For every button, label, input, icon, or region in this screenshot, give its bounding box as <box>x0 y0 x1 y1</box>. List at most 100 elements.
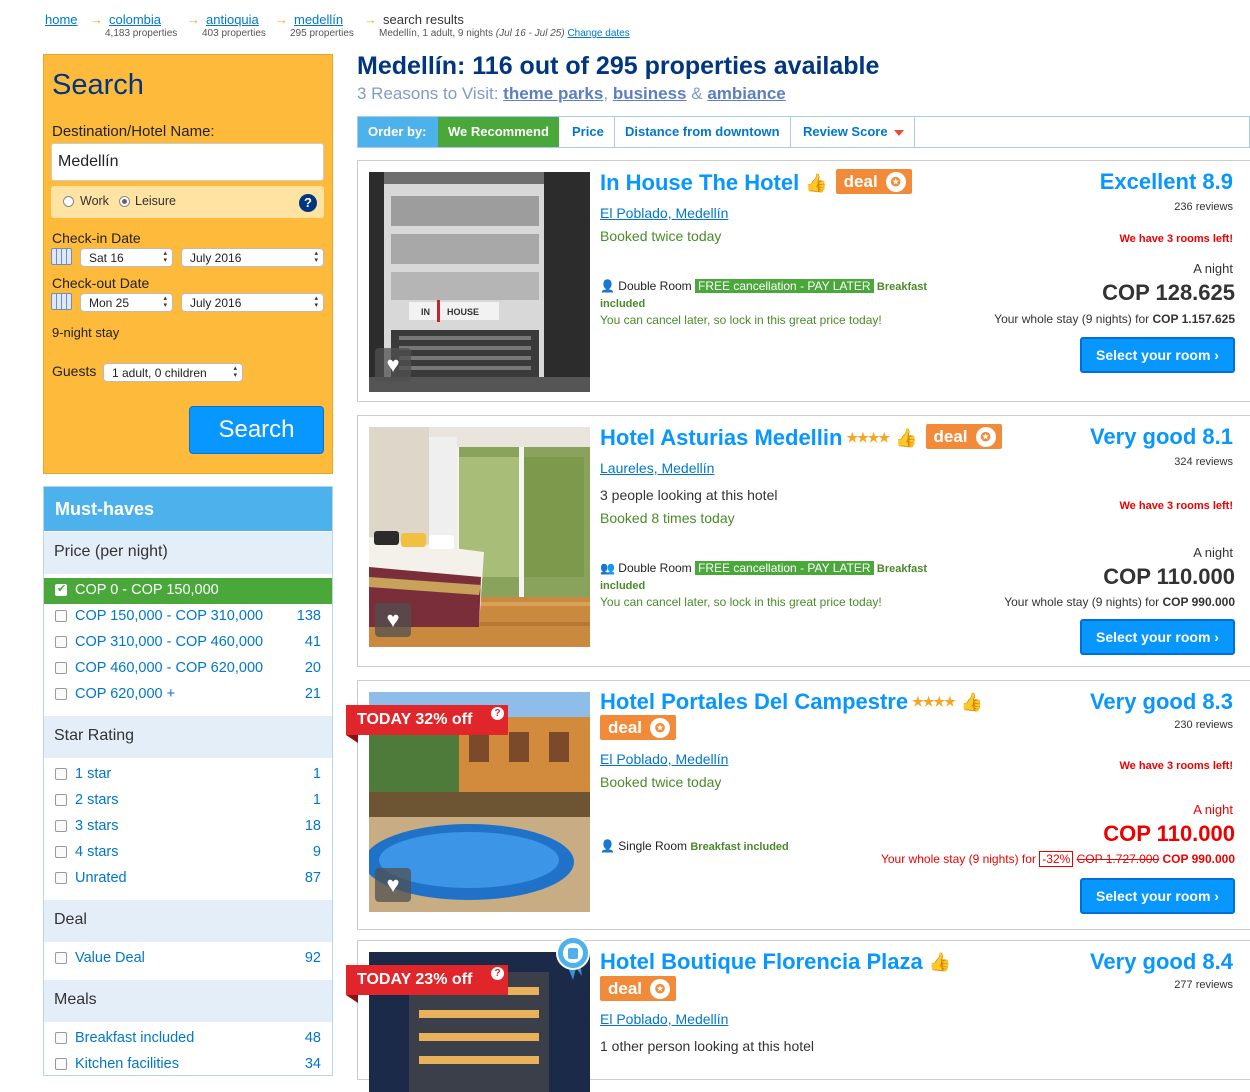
star-filter-option[interactable]: 1 star 1 <box>44 762 332 788</box>
checkbox[interactable] <box>55 952 67 964</box>
hotel-location-link[interactable]: Laureles, Medellín <box>600 460 714 476</box>
calendar-icon[interactable] <box>51 248 72 265</box>
change-dates-link[interactable]: Change dates <box>567 28 629 39</box>
hotel-location-link[interactable]: El Poblado, Medellín <box>600 1011 728 1027</box>
review-count[interactable]: 236 reviews <box>1174 201 1233 213</box>
work-label[interactable]: Work <box>80 194 109 208</box>
reason-link[interactable]: business <box>613 84 687 103</box>
checkout-day-select[interactable]: Mon 25 <box>80 293 173 312</box>
checkbox[interactable] <box>55 846 67 858</box>
deal-filter-option[interactable]: Value Deal 92 <box>44 946 332 972</box>
favorite-heart-icon[interactable]: ♥ <box>375 603 411 637</box>
breadcrumb-link[interactable]: antioquia <box>206 12 259 27</box>
review-count[interactable]: 324 reviews <box>1174 456 1233 468</box>
hotel-name[interactable]: Hotel Boutique Florencia Plaza 👍 <box>600 949 951 975</box>
breadcrumb-link[interactable]: medellín <box>294 12 343 27</box>
favorite-heart-icon[interactable]: ♥ <box>375 348 411 382</box>
sort-distance-tab[interactable]: Distance from downtown <box>615 117 791 147</box>
hotel-name-link[interactable]: Hotel Boutique Florencia Plaza <box>600 949 923 974</box>
filter-label[interactable]: 1 star <box>75 766 111 782</box>
search-button[interactable]: Search <box>189 406 324 454</box>
hotel-photo[interactable]: ♥ <box>369 427 590 647</box>
reason-link[interactable]: ambiance <box>707 84 785 103</box>
sort-price-tab[interactable]: Price <box>562 117 615 147</box>
checkout-month-select[interactable]: July 2016 <box>181 293 324 312</box>
filter-label[interactable]: COP 310,000 - COP 460,000 <box>75 634 263 650</box>
review-score[interactable]: Very good 8.1 <box>1090 424 1233 450</box>
guests-select[interactable]: 1 adult, 0 children <box>103 363 243 382</box>
hotel-photo[interactable]: IN HOUSE ♥ <box>369 172 590 392</box>
filter-label[interactable]: COP 0 - COP 150,000 <box>75 582 219 598</box>
checkbox[interactable] <box>55 1058 67 1070</box>
checkin-month-select[interactable]: July 2016 <box>181 248 324 267</box>
breadcrumb-link[interactable]: colombia <box>109 12 161 27</box>
filter-label[interactable]: COP 150,000 - COP 310,000 <box>75 608 263 624</box>
review-score[interactable]: Very good 8.3 <box>1090 689 1233 715</box>
checkbox[interactable] <box>55 820 67 832</box>
checkbox[interactable] <box>55 794 67 806</box>
sort-recommend-tab[interactable]: We Recommend <box>438 117 559 147</box>
checkbox[interactable] <box>55 1032 67 1044</box>
leisure-radio[interactable] <box>119 196 130 207</box>
help-icon[interactable]: ? <box>491 967 504 980</box>
select-room-button[interactable]: Select your room › <box>1080 878 1235 914</box>
review-score[interactable]: Excellent 8.9 <box>1100 169 1233 195</box>
checkbox[interactable] <box>55 872 67 884</box>
calendar-icon[interactable] <box>51 293 72 310</box>
review-count[interactable]: 230 reviews <box>1174 719 1233 731</box>
hotel-location-link[interactable]: El Poblado, Medellín <box>600 751 728 767</box>
favorite-heart-icon[interactable]: ♥ <box>375 868 411 902</box>
checkbox[interactable] <box>55 662 67 674</box>
breadcrumb-city[interactable]: → medellín 295 properties <box>275 12 354 39</box>
meals-filter-option[interactable]: Kitchen facilities 34 <box>44 1052 332 1078</box>
hotel-name-link[interactable]: Hotel Portales Del Campestre <box>600 689 908 714</box>
help-icon[interactable]: ? <box>491 707 504 720</box>
checkbox[interactable] <box>55 582 67 596</box>
hotel-location-link[interactable]: El Poblado, Medellín <box>600 205 728 221</box>
filter-label[interactable]: Value Deal <box>75 950 145 966</box>
hotel-name[interactable]: Hotel Portales Del Campestre ★★★★ 👍 <box>600 689 983 715</box>
leisure-label[interactable]: Leisure <box>135 194 176 208</box>
review-count[interactable]: 277 reviews <box>1174 979 1233 991</box>
filter-label[interactable]: COP 620,000 + <box>75 686 175 702</box>
hotel-name-link[interactable]: Hotel Asturias Medellin <box>600 425 842 450</box>
sort-review-label[interactable]: Review Score <box>803 124 888 139</box>
star-filter-option[interactable]: 2 stars 1 <box>44 788 332 814</box>
star-filter-option[interactable]: 4 stars 9 <box>44 840 332 866</box>
checkbox[interactable] <box>55 636 67 648</box>
breadcrumb-home[interactable]: home <box>45 12 78 27</box>
checkbox[interactable] <box>55 768 67 780</box>
checkbox[interactable] <box>55 688 67 700</box>
filter-label[interactable]: 4 stars <box>75 844 119 860</box>
hotel-name[interactable]: In House The Hotel 👍 deal ✪ <box>600 169 912 196</box>
price-filter-option[interactable]: COP 150,000 - COP 310,000 138 <box>44 604 332 630</box>
filter-label[interactable]: 2 stars <box>75 792 119 808</box>
meals-filter-option[interactable]: Breakfast included 48 <box>44 1026 332 1052</box>
hotel-name-link[interactable]: In House The Hotel <box>600 170 799 195</box>
select-room-button[interactable]: Select your room › <box>1080 337 1235 373</box>
hotel-name[interactable]: Hotel Asturias Medellin ★★★★ 👍 deal ✪ <box>600 424 1002 451</box>
price-filter-option[interactable]: COP 460,000 - COP 620,000 20 <box>44 656 332 682</box>
review-score[interactable]: Very good 8.4 <box>1090 949 1233 975</box>
filter-label[interactable]: COP 460,000 - COP 620,000 <box>75 660 263 676</box>
reason-link[interactable]: theme parks <box>503 84 603 103</box>
breadcrumb-region[interactable]: → antioquia 403 properties <box>187 12 266 39</box>
star-filter-option[interactable]: 3 stars 18 <box>44 814 332 840</box>
destination-input[interactable]: Medellín <box>51 143 324 181</box>
breadcrumb-link[interactable]: home <box>45 12 78 27</box>
sort-review-score-tab[interactable]: Review Score <box>793 117 915 147</box>
filter-label[interactable]: Unrated <box>75 870 127 886</box>
price-filter-option[interactable]: COP 310,000 - COP 460,000 41 <box>44 630 332 656</box>
select-room-button[interactable]: Select your room › <box>1080 619 1235 655</box>
checkbox[interactable] <box>55 610 67 622</box>
work-radio[interactable] <box>63 196 74 207</box>
price-filter-option[interactable]: COP 620,000 + 21 <box>44 682 332 708</box>
star-filter-option[interactable]: Unrated 87 <box>44 866 332 892</box>
filter-label[interactable]: Kitchen facilities <box>75 1056 179 1072</box>
filter-label[interactable]: 3 stars <box>75 818 119 834</box>
breadcrumb-country[interactable]: → colombia 4,183 properties <box>90 12 177 39</box>
price-filter-option[interactable]: COP 0 - COP 150,000 <box>44 578 332 604</box>
filter-label[interactable]: Breakfast included <box>75 1030 194 1046</box>
checkin-day-select[interactable]: Sat 16 <box>80 248 173 267</box>
help-icon[interactable]: ? <box>299 194 317 212</box>
